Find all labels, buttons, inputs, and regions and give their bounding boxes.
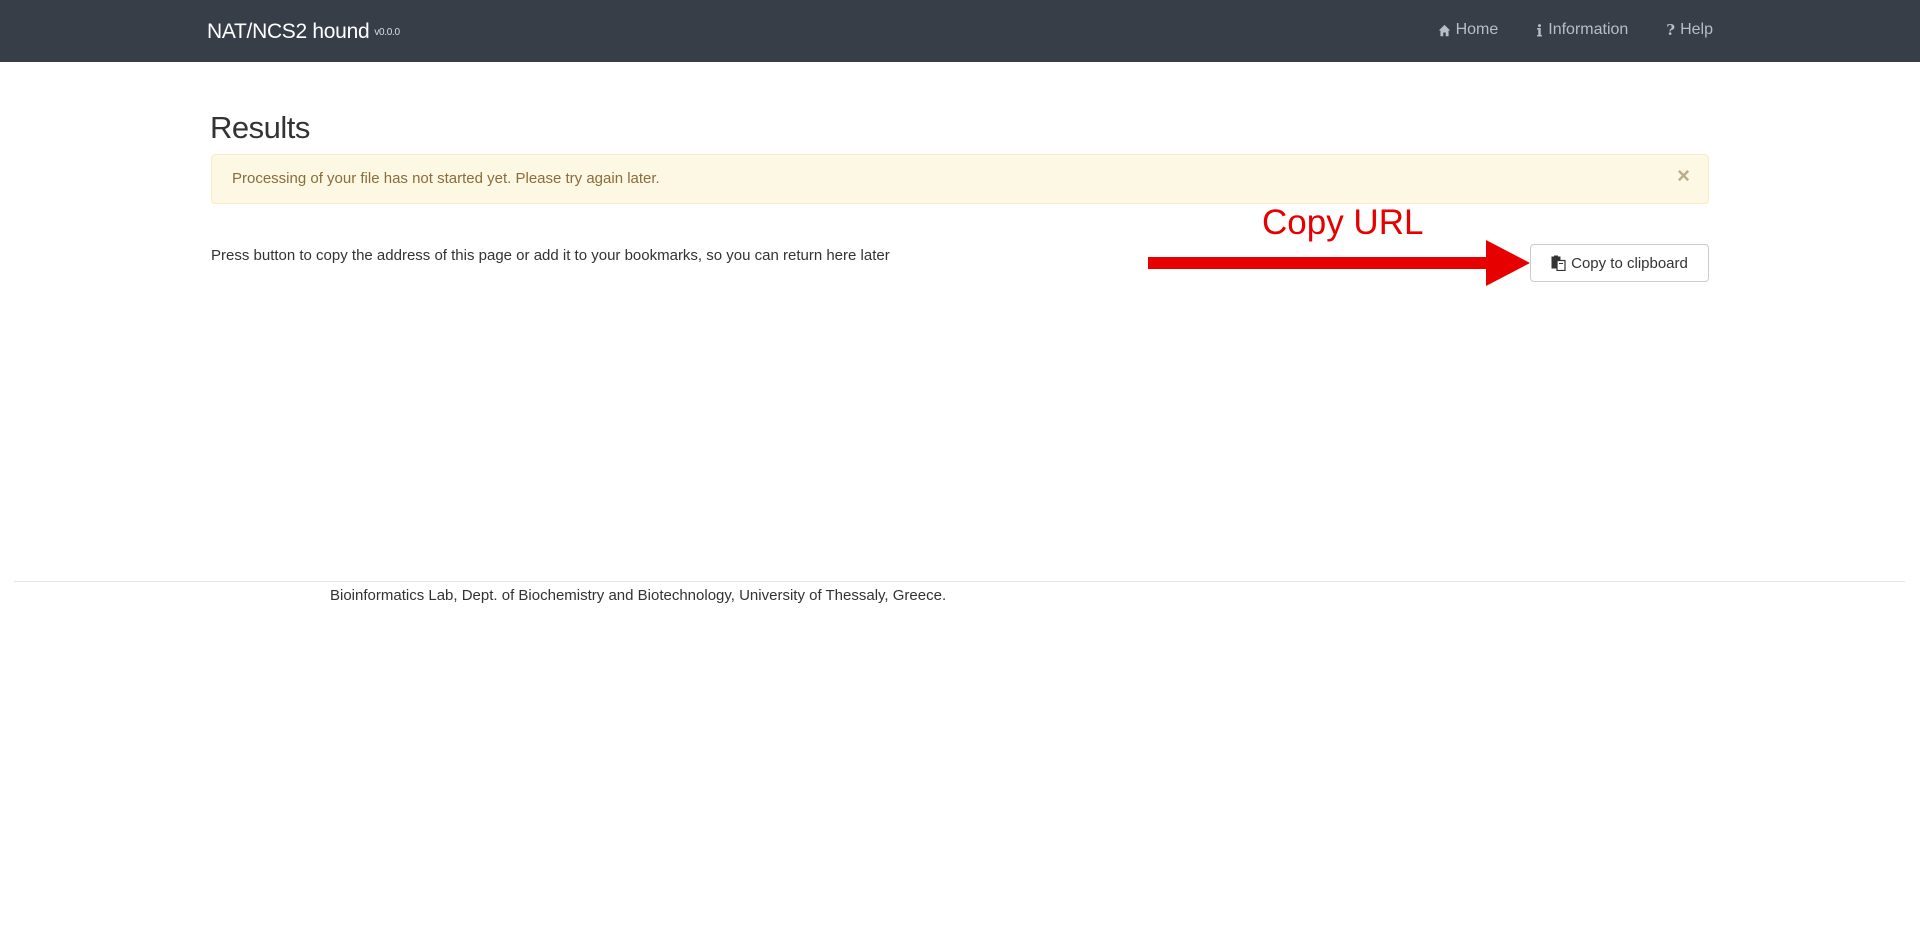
- nav-help-label: Help: [1680, 21, 1713, 38]
- nav-help[interactable]: ? Help: [1666, 21, 1713, 39]
- brand[interactable]: NAT/NCS2 hound v0.0.0: [207, 20, 400, 44]
- nav-information-label: Information: [1548, 21, 1629, 38]
- clipboard-icon: [1551, 255, 1566, 271]
- close-icon[interactable]: ×: [1677, 165, 1690, 187]
- alert-message: Processing of your file has not started …: [232, 170, 660, 187]
- nav-information[interactable]: Information: [1536, 21, 1628, 39]
- home-icon: [1438, 24, 1451, 37]
- annotation-label: Copy URL: [1262, 203, 1424, 242]
- footer-text: Bioinformatics Lab, Dept. of Biochemistr…: [330, 587, 947, 604]
- brand-name[interactable]: NAT/NCS2 hound: [207, 20, 370, 43]
- info-icon: [1536, 23, 1543, 37]
- warning-alert: Processing of your file has not started …: [211, 154, 1709, 204]
- copy-button-label: Copy to clipboard: [1571, 254, 1688, 272]
- top-navbar: NAT/NCS2 hound v0.0.0 Home Information ? …: [0, 0, 1920, 62]
- copy-instructions: Press button to copy the address of this…: [211, 247, 890, 264]
- footer-divider: [14, 581, 1905, 582]
- nav-links: Home Information ? Help: [1438, 21, 1713, 39]
- nav-home[interactable]: Home: [1438, 21, 1499, 39]
- nav-home-label: Home: [1455, 21, 1499, 38]
- annotation-arrow-icon: [1148, 240, 1530, 286]
- copy-to-clipboard-button[interactable]: Copy to clipboard: [1530, 244, 1709, 282]
- version-label: v0.0.0: [374, 26, 400, 38]
- page-title: Results: [210, 110, 310, 145]
- question-icon: ?: [1666, 21, 1676, 39]
